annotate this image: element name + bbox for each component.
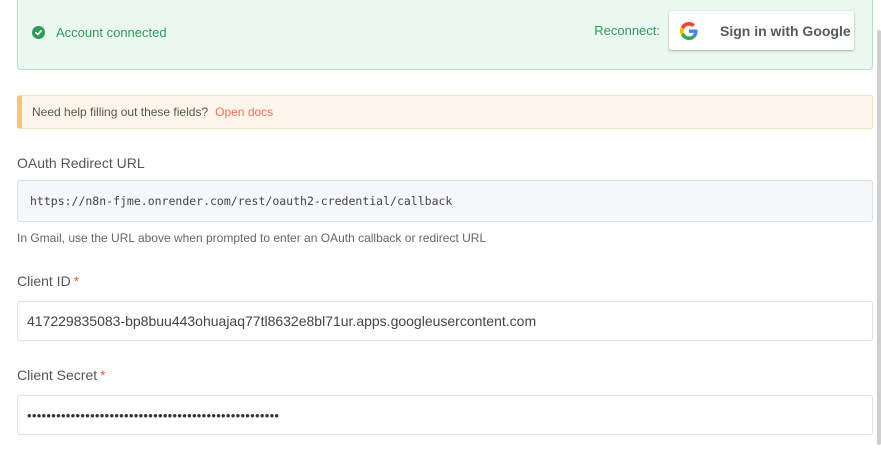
oauth-redirect-url-label: OAuth Redirect URL (17, 155, 145, 171)
connection-status: Account connected (32, 25, 167, 40)
open-docs-link[interactable]: Open docs (215, 105, 273, 119)
help-text: Need help filling out these fields? (32, 105, 209, 119)
client-secret-label-text: Client Secret (17, 367, 98, 383)
vertical-scrollbar[interactable] (877, 30, 881, 445)
required-indicator: * (73, 273, 80, 289)
sign-in-with-google-button[interactable]: Sign in with Google (669, 11, 854, 50)
credential-form: Account connected Reconnect: Sign in wit… (0, 0, 881, 450)
reconnect-group: Reconnect: Sign in with Google (594, 11, 854, 50)
client-id-label-text: Client ID (17, 273, 71, 289)
account-connected-banner: Account connected Reconnect: Sign in wit… (17, 0, 873, 70)
status-text: Account connected (56, 25, 167, 40)
client-secret-input[interactable]: ••••••••••••••••••••••••••••••••••••••••… (17, 395, 873, 435)
oauth-redirect-hint: In Gmail, use the URL above when prompte… (17, 231, 487, 245)
oauth-redirect-url-field[interactable]: https://n8n-fjme.onrender.com/rest/oauth… (17, 180, 873, 222)
client-secret-label: Client Secret * (17, 367, 106, 383)
google-button-label: Sign in with Google (720, 22, 851, 39)
client-id-label: Client ID * (17, 273, 79, 289)
check-circle-icon (32, 26, 45, 39)
required-indicator: * (100, 367, 106, 383)
google-g-icon (680, 21, 698, 40)
reconnect-label: Reconnect: (594, 23, 660, 38)
help-notice: Need help filling out these fields? Open… (17, 95, 873, 129)
client-id-input[interactable]: 417229835083-bp8buu443ohuajaq77tl8632e8b… (17, 301, 873, 341)
